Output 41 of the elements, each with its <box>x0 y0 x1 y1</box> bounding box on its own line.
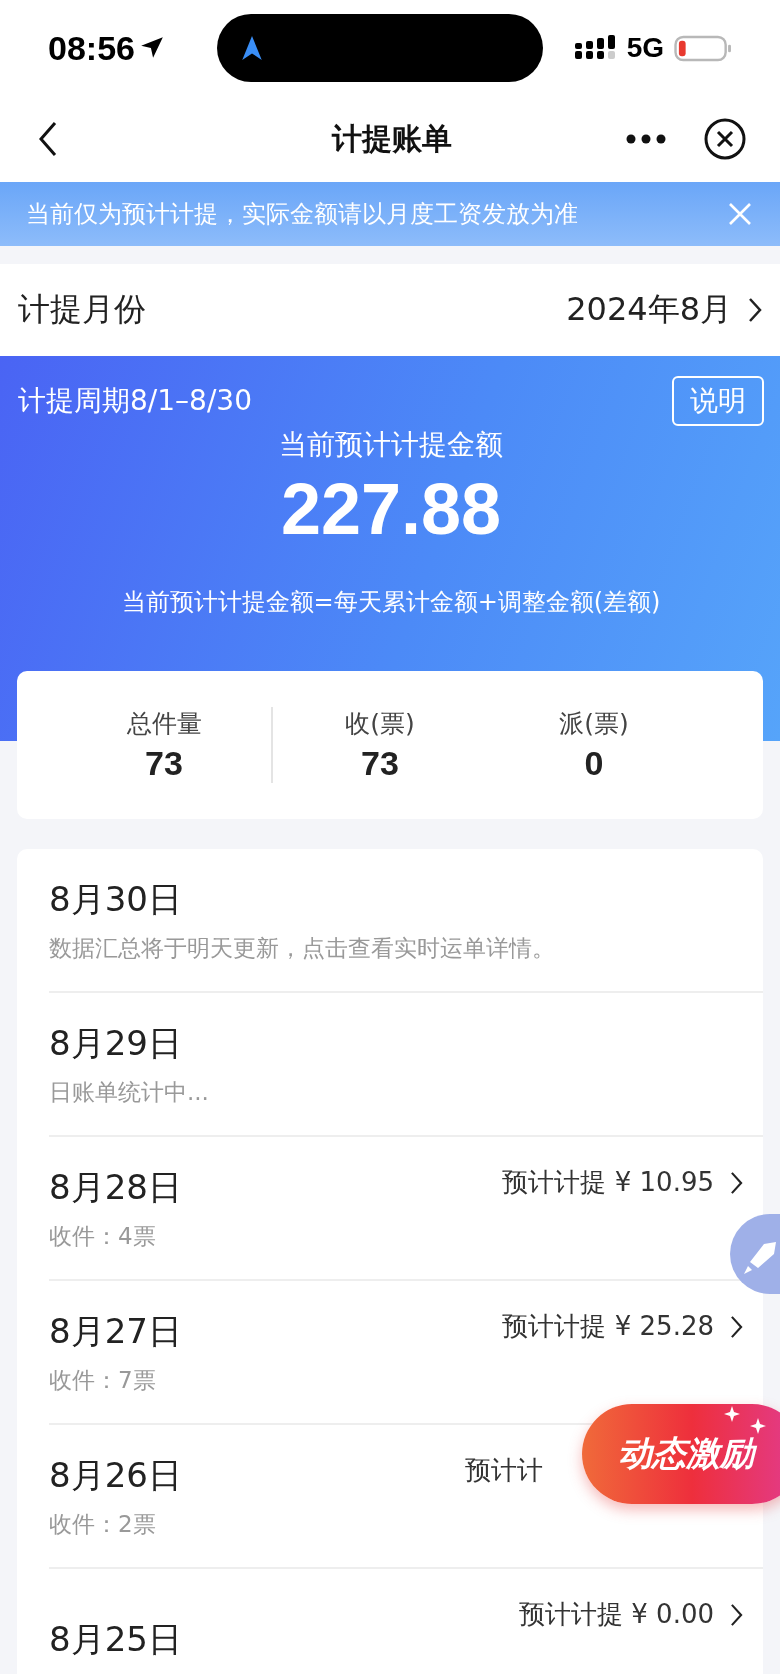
day-date: 8月28日 <box>49 1165 182 1209</box>
signal-icon <box>574 34 617 62</box>
day-note: 收件：7票 <box>49 1365 157 1395</box>
amount-value: 227.88 <box>279 468 503 550</box>
day-note: 收件：4票 <box>49 1221 157 1251</box>
estimate-text[interactable]: 预计计提 ¥ 0.00 <box>519 1597 714 1632</box>
day-note: 日账单统计中... <box>49 1077 209 1107</box>
month-selector[interactable]: 计提月份 2024年8月 <box>0 264 780 356</box>
period-text: 计提周期8/1–8/30 <box>18 383 252 419</box>
navigation-arrow-icon <box>240 35 263 61</box>
page-title: 计提账单 <box>332 119 452 158</box>
stat-value: 73 <box>144 744 184 783</box>
day-note: 数据汇总将于明天更新，点击查看实时运单详情。 <box>49 933 555 963</box>
day-date: 8月27日 <box>49 1309 182 1353</box>
back-icon[interactable] <box>38 121 58 157</box>
chevron-right-icon <box>730 1170 743 1195</box>
day-note: 收件：2票 <box>49 1509 157 1539</box>
estimate-text[interactable]: 预计计 <box>465 1453 543 1488</box>
clock-time: 08:56 <box>48 28 135 68</box>
stat-label: 总件量 <box>125 708 203 740</box>
chevron-right-icon <box>748 297 762 323</box>
network-label: 5G <box>626 32 664 64</box>
stat-label: 派(票) <box>558 708 630 740</box>
formula-text: 当前预计计提金额=每天累计金额+调整金额(差额) <box>120 587 662 618</box>
close-icon[interactable] <box>704 118 746 160</box>
estimate-text[interactable]: 预计计提 ¥ 10.95 <box>502 1165 714 1200</box>
day-date: 8月26日 <box>49 1453 182 1497</box>
notice-text: 当前仅为预计计提，实际金额请以月度工资发放为准 <box>26 199 578 230</box>
stat-label: 收(票) <box>344 708 416 740</box>
battery-icon <box>674 34 732 62</box>
more-icon[interactable] <box>626 134 666 144</box>
stat-value: 73 <box>360 744 400 783</box>
stat-value: 0 <box>583 744 605 783</box>
day-date: 8月25日 <box>49 1618 182 1661</box>
amount-label: 当前预计计提金额 <box>278 427 504 463</box>
promo-badge[interactable]: 动态激励 <box>582 1404 780 1504</box>
day-date: 8月30日 <box>49 877 183 921</box>
chevron-right-icon <box>730 1314 743 1339</box>
estimate-text[interactable]: 预计计提 ¥ 25.28 <box>502 1309 714 1344</box>
day-date: 8月29日 <box>49 1021 183 1065</box>
chevron-right-icon <box>730 1602 743 1627</box>
